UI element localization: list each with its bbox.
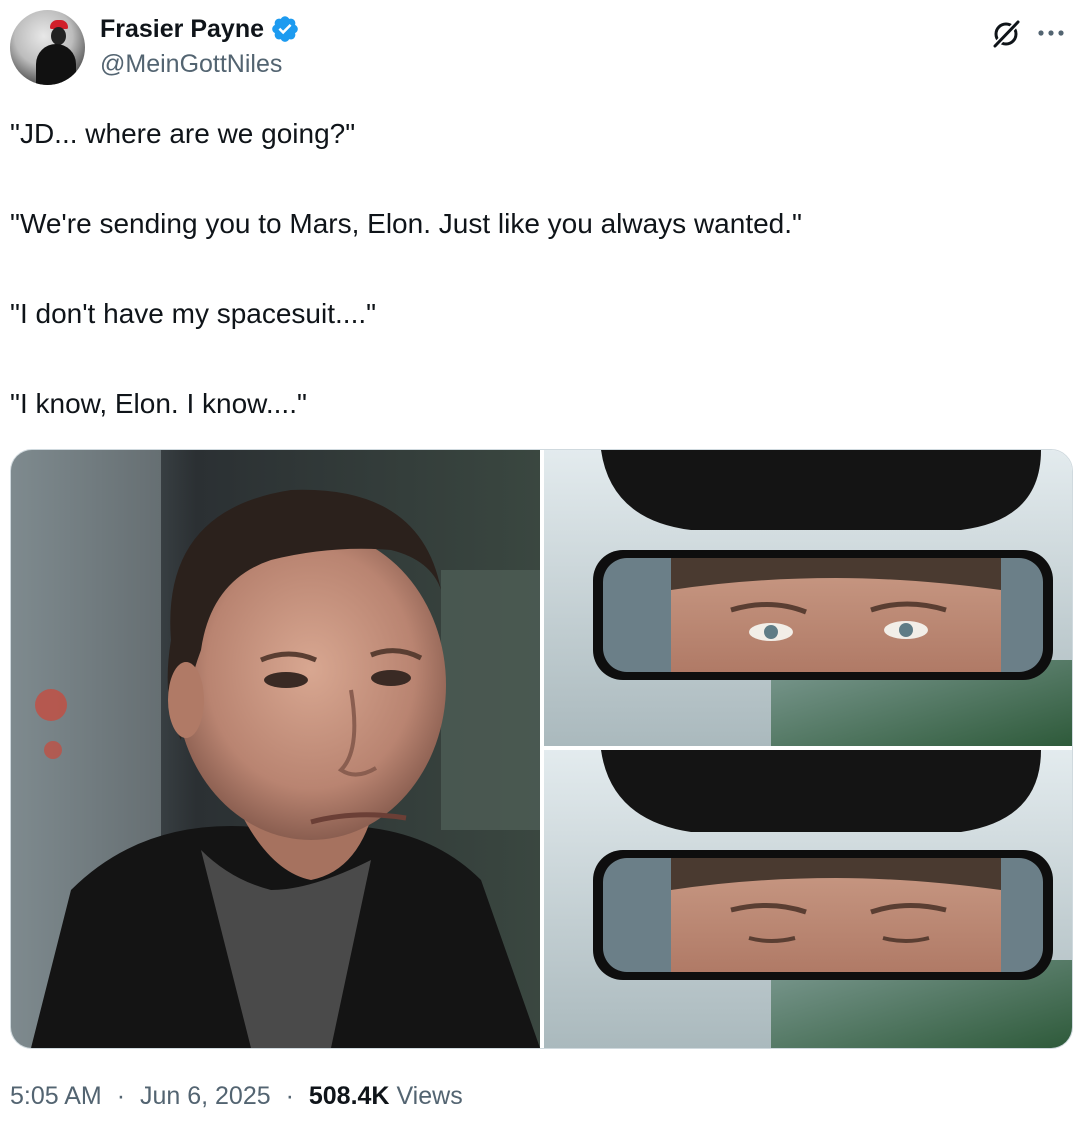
media-grid[interactable] <box>10 449 1073 1049</box>
man-in-car-photo[interactable] <box>11 450 540 1048</box>
tweet-time[interactable]: 5:05 AM <box>10 1082 102 1110</box>
tweet-line: "I don't have my spacesuit...." <box>10 298 377 329</box>
tweet-header: Frasier Payne @MeinGottNiles <box>10 8 1070 88</box>
display-name[interactable]: Frasier Payne <box>100 15 264 44</box>
views-count[interactable]: 508.4K <box>309 1082 390 1110</box>
more-options-icon[interactable] <box>1036 18 1066 48</box>
meta-separator: · <box>285 1082 294 1110</box>
tweet-line: "JD... where are we going?" <box>10 118 356 149</box>
tweet-card: Frasier Payne @MeinGottNiles "JD... wher… <box>0 0 1080 1121</box>
tweet-line: "I know, Elon. I know...." <box>10 388 307 419</box>
avatar-body <box>36 44 76 85</box>
views-label: Views <box>396 1082 463 1110</box>
grok-icon[interactable] <box>990 18 1022 50</box>
handle[interactable]: @MeinGottNiles <box>100 50 300 79</box>
meta-separator: · <box>116 1082 126 1110</box>
avatar[interactable] <box>10 10 85 85</box>
tweet-text: "JD... where are we going?" "We're sendi… <box>10 112 1060 472</box>
tweet-meta: 5:05 AM · Jun 6, 2025 · 508.4K Views <box>10 1082 463 1111</box>
rearview-mirror-eyes-closed[interactable] <box>544 750 1072 1048</box>
tweet-date[interactable]: Jun 6, 2025 <box>140 1082 271 1110</box>
verified-badge-icon[interactable] <box>270 14 300 44</box>
author-block: Frasier Payne @MeinGottNiles <box>100 14 300 79</box>
tweet-line: "We're sending you to Mars, Elon. Just l… <box>10 208 802 239</box>
avatar-head <box>51 27 66 45</box>
name-row: Frasier Payne <box>100 14 300 44</box>
rearview-mirror-eyes-open[interactable] <box>544 450 1072 746</box>
